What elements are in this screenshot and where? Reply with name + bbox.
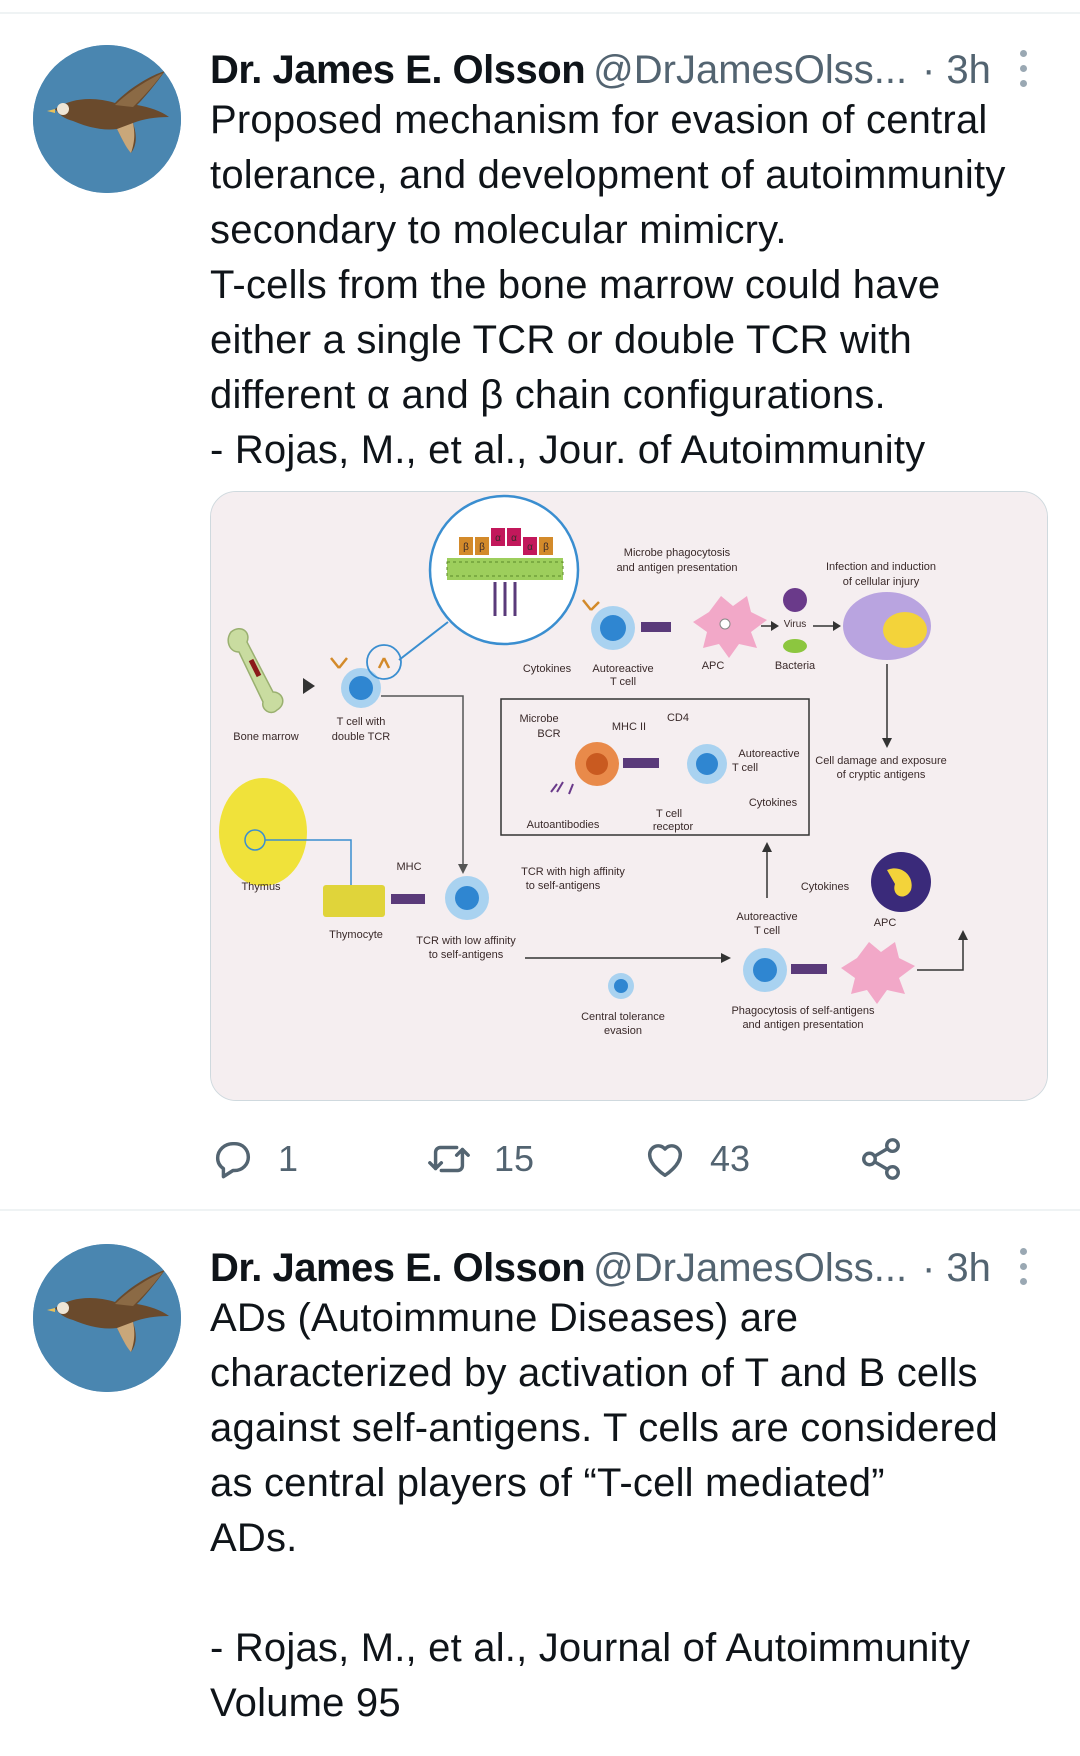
retweet-icon <box>428 1145 470 1173</box>
label-autoreactive-bot-2: T cell <box>754 925 780 937</box>
retweet-button[interactable]: 15 <box>426 1129 534 1189</box>
more-icon[interactable] <box>1017 1248 1031 1292</box>
tweet-actions: 1 15 43 <box>210 1129 1040 1189</box>
heart-icon <box>647 1144 683 1178</box>
beta-label-2: β <box>479 542 485 553</box>
thymus-image <box>219 778 307 886</box>
label-mhc2: MHC II <box>612 721 646 733</box>
tweet-header: Dr. James E. Olsson @DrJamesOlss... · 3h <box>210 1238 1080 1298</box>
virus-image <box>783 588 807 612</box>
label-autoreactive-box-1: Autoreactive <box>738 748 799 760</box>
label-autoreactive-box-2: T cell <box>732 762 758 774</box>
like-count: 43 <box>710 1138 751 1179</box>
label-thymocyte: Thymocyte <box>329 929 383 941</box>
alpha-label-2: α <box>511 533 517 544</box>
label-microbe-phagocytosis: Microbe phagocytosis <box>624 547 731 559</box>
label-autoreactive-top-1: Autoreactive <box>592 663 653 675</box>
hawk-avatar-image <box>33 1244 181 1392</box>
bacteria-image <box>783 639 807 653</box>
beta-label-3: β <box>543 542 549 553</box>
label-apc-top: APC <box>702 660 725 672</box>
label-microbe: Microbe <box>519 713 558 725</box>
beta-label-1: β <box>463 542 469 553</box>
like-button[interactable]: 43 <box>642 1129 750 1189</box>
label-infection-2: of cellular injury <box>843 576 920 588</box>
alpha-label-1: α <box>495 533 501 544</box>
author-handle[interactable]: @DrJamesOlss... <box>593 48 907 92</box>
hawk-avatar-image <box>33 45 181 193</box>
label-tcr-low-1: TCR with low affinity <box>416 935 516 947</box>
avatar[interactable] <box>33 1244 181 1392</box>
label-mhc: MHC <box>396 861 421 873</box>
reply-icon <box>215 1141 251 1179</box>
label-cd4: CD4 <box>667 712 689 724</box>
share-icon <box>862 1138 900 1180</box>
retweet-count: 15 <box>494 1138 535 1179</box>
label-tcell-receptor-2: receptor <box>653 821 694 833</box>
label-antigen-presentation: and antigen presentation <box>616 562 737 574</box>
author-name[interactable]: Dr. James E. Olsson <box>210 1246 586 1290</box>
label-tcr-high-1: TCR with high affinity <box>521 866 625 878</box>
author-name[interactable]: Dr. James E. Olsson <box>210 48 586 92</box>
tweet-image[interactable]: β β α α α β Bone marrow T cell with doub… <box>210 491 1048 1101</box>
tweet-text: Proposed mechanism for evasion of centra… <box>210 98 1006 472</box>
label-phago-self-2: and antigen presentation <box>742 1019 863 1031</box>
label-autoantibodies: Autoantibodies <box>527 819 600 831</box>
label-apc-bot: APC <box>874 917 897 929</box>
label-thymus: Thymus <box>241 881 281 893</box>
avatar[interactable] <box>33 45 181 193</box>
tweet-header: Dr. James E. Olsson @DrJamesOlss... · 3h <box>210 40 1080 100</box>
thymocyte-image <box>323 885 385 917</box>
label-cell-damage-2: of cryptic antigens <box>837 769 926 781</box>
alpha-label-3: α <box>527 542 533 553</box>
label-tcr-high-2: to self-antigens <box>526 880 601 892</box>
share-button[interactable] <box>858 1129 926 1189</box>
more-icon[interactable] <box>1017 50 1031 94</box>
label-tcell-double-2: double TCR <box>332 731 391 743</box>
label-central-2: evasion <box>604 1025 642 1037</box>
label-cell-damage-1: Cell damage and exposure <box>815 755 946 767</box>
label-tcell-receptor-1: T cell <box>656 808 682 820</box>
label-autoreactive-top-2: T cell <box>610 676 636 688</box>
label-cytokines-box: Cytokines <box>749 797 798 809</box>
label-central-1: Central tolerance <box>581 1011 665 1023</box>
tweet-text: ADs (Autoimmune Diseases) are characteri… <box>210 1296 998 1725</box>
label-virus: Virus <box>784 619 807 630</box>
label-tcell-double-1: T cell with <box>337 716 386 728</box>
tweet-time[interactable]: · 3h <box>922 1238 991 1298</box>
top-divider <box>0 0 1080 14</box>
label-cytokines-top: Cytokines <box>523 663 572 675</box>
label-phago-self-1: Phagocytosis of self-antigens <box>731 1005 875 1017</box>
autoimmunity-diagram: β β α α α β Bone marrow T cell with doub… <box>211 492 1047 1100</box>
label-bacteria: Bacteria <box>775 660 816 672</box>
author-handle[interactable]: @DrJamesOlss... <box>593 1246 907 1290</box>
label-infection-1: Infection and induction <box>826 561 936 573</box>
label-bcr: BCR <box>537 728 560 740</box>
reply-count: 1 <box>278 1138 299 1179</box>
tweet-time[interactable]: · 3h <box>922 40 991 100</box>
tweet-divider <box>0 1209 1080 1211</box>
reply-button[interactable]: 1 <box>210 1129 298 1189</box>
label-bone-marrow: Bone marrow <box>233 731 298 743</box>
label-tcr-low-2: to self-antigens <box>429 949 504 961</box>
label-cytokines-mid: Cytokines <box>801 881 850 893</box>
label-autoreactive-bot-1: Autoreactive <box>736 911 797 923</box>
